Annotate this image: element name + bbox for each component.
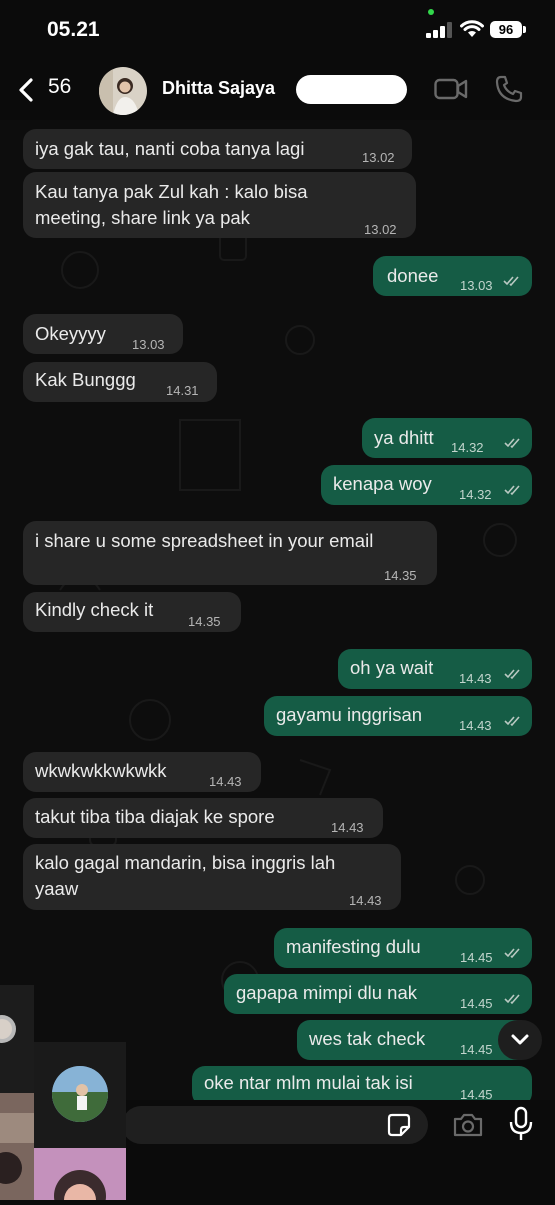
chevron-left-icon [19, 78, 33, 102]
message-incoming[interactable]: Kindly check it 14.35 [23, 592, 241, 632]
message-text: Kak Bunggg [35, 369, 136, 390]
message-time: 14.32 [459, 487, 492, 502]
privacy-indicator [428, 9, 434, 15]
message-outgoing[interactable]: donee 13.03 [373, 256, 532, 296]
read-ticks-icon [504, 669, 520, 680]
message-text: oke ntar mlm mulai tak isi [204, 1072, 413, 1093]
message-time: 13.02 [364, 222, 397, 237]
message-outgoing[interactable]: oh ya wait 14.43 [338, 649, 532, 689]
message-text: kalo gagal mandarin, bisa inggris lah ya… [35, 852, 336, 899]
message-outgoing[interactable]: oke ntar mlm mulai tak isi 14.45 [192, 1066, 532, 1100]
message-time: 14.35 [188, 614, 221, 629]
wifi-icon [460, 20, 484, 37]
read-ticks-icon [504, 485, 520, 496]
message-text: manifesting dulu [286, 936, 421, 957]
message-text: wes tak check [309, 1028, 426, 1049]
message-outgoing[interactable]: kenapa woy 14.32 [321, 465, 532, 505]
message-text: takut tiba tiba diajak ke spore [35, 806, 275, 827]
scroll-to-bottom-button[interactable] [498, 1020, 542, 1060]
message-text: wkwkwkkwkwkk [35, 760, 167, 781]
message-time: 14.43 [459, 718, 492, 733]
message-text: iya gak tau, nanti coba tanya lagi [35, 138, 305, 159]
message-time: 13.03 [460, 278, 493, 293]
message-time: 14.35 [384, 568, 417, 583]
message-time: 14.32 [451, 440, 484, 455]
message-input[interactable] [122, 1106, 428, 1144]
contact-name[interactable]: Dhitta Sajaya [162, 78, 275, 99]
message-time: 14.43 [459, 671, 492, 686]
message-text: kenapa woy [333, 473, 432, 494]
sticker-icon[interactable] [386, 1112, 412, 1138]
message-outgoing[interactable]: gapapa mimpi dlu nak 14.45 [224, 974, 532, 1014]
message-text: Kindly check it [35, 599, 154, 620]
battery-indicator: 96 [490, 21, 522, 38]
message-time: 14.43 [349, 893, 382, 908]
message-time: 14.45 [460, 996, 493, 1011]
message-text: Okeyyyy [35, 323, 106, 344]
message-text: ya dhitt [374, 427, 434, 448]
message-outgoing[interactable]: manifesting dulu 14.45 [274, 928, 532, 968]
message-time: 14.45 [460, 1087, 493, 1100]
message-time: 13.03 [132, 337, 165, 352]
message-text: oh ya wait [350, 657, 434, 678]
message-outgoing[interactable]: wes tak check 14.45 [297, 1020, 532, 1060]
floating-thumbnail [0, 1093, 34, 1200]
contact-avatar[interactable] [99, 67, 147, 115]
unread-count: 56 [48, 75, 72, 98]
message-time: 14.43 [209, 774, 242, 789]
read-ticks-icon [504, 948, 520, 959]
chat-header: 56 Dhitta Sajaya [0, 60, 555, 120]
battery-tip [523, 26, 526, 33]
redaction-mark [296, 75, 407, 104]
message-incoming[interactable]: iya gak tau, nanti coba tanya lagi 13.02 [23, 129, 412, 169]
read-ticks-icon [504, 994, 520, 1005]
message-text: i share u some spreadsheet in your email [35, 530, 374, 551]
chevron-down-icon [511, 1034, 529, 1045]
phone-icon[interactable] [494, 74, 524, 104]
message-incoming[interactable]: wkwkwkkwkwkk 14.43 [23, 752, 261, 792]
read-ticks-icon [503, 276, 519, 287]
read-ticks-icon [504, 716, 520, 727]
message-outgoing[interactable]: ya dhitt 14.32 [362, 418, 532, 458]
back-button[interactable]: 56 [14, 74, 94, 106]
cellular-signal-icon [426, 22, 452, 38]
camera-icon[interactable] [452, 1112, 484, 1138]
preview-avatar [52, 1066, 108, 1122]
floating-thumbnail [34, 1148, 126, 1205]
message-text: gayamu inggrisan [276, 704, 423, 725]
microphone-icon[interactable] [508, 1106, 534, 1142]
message-time: 14.43 [331, 820, 364, 835]
message-incoming[interactable]: Kak Bunggg 14.31 [23, 362, 217, 402]
message-incoming[interactable]: takut tiba tiba diajak ke spore 14.43 [23, 798, 383, 838]
floating-thumbnail [0, 985, 34, 1093]
message-incoming[interactable]: Okeyyyy 13.03 [23, 314, 183, 354]
message-incoming[interactable]: i share u some spreadsheet in your email… [23, 521, 437, 585]
status-time: 05.21 [47, 18, 100, 41]
message-incoming[interactable]: kalo gagal mandarin, bisa inggris lah ya… [23, 844, 401, 910]
chat-messages[interactable]: iya gak tau, nanti coba tanya lagi 13.02… [0, 120, 555, 1100]
message-time: 13.02 [362, 150, 395, 165]
message-text: gapapa mimpi dlu nak [236, 982, 417, 1003]
message-time: 14.31 [166, 383, 199, 398]
message-text: Kau tanya pak Zul kah : kalo bisa meetin… [35, 181, 308, 228]
video-camera-icon[interactable] [434, 76, 468, 102]
message-outgoing[interactable]: gayamu inggrisan 14.43 [264, 696, 532, 736]
message-incoming[interactable]: Kau tanya pak Zul kah : kalo bisa meetin… [23, 172, 416, 238]
message-time: 14.45 [460, 950, 493, 965]
status-bar: 05.21 96 [0, 0, 555, 60]
message-text: donee [387, 265, 439, 286]
message-time: 14.45 [460, 1042, 493, 1057]
read-ticks-icon [504, 438, 520, 449]
